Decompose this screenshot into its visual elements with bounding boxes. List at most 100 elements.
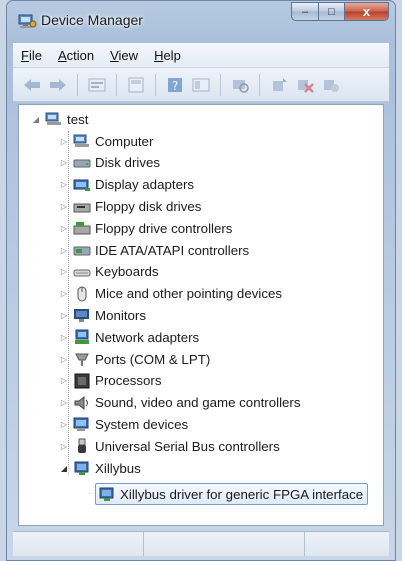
tree-item-label: Universal Serial Bus controllers [95, 438, 280, 454]
properties-icon[interactable] [86, 74, 108, 96]
tree-item-system-devices[interactable]: ▷ System devices [59, 414, 188, 434]
xillybus-icon [73, 460, 91, 476]
floppy-disk-icon [73, 198, 91, 214]
tree-root-test[interactable]: ◢ test [31, 109, 89, 129]
uninstall-icon[interactable] [294, 74, 316, 96]
view-icon[interactable] [190, 74, 212, 96]
computer-icon [73, 133, 91, 149]
port-icon [73, 351, 91, 367]
forward-arrow-icon[interactable] [47, 74, 69, 96]
expand-arrow-icon[interactable]: ▷ [59, 137, 69, 146]
expand-arrow-icon[interactable]: ▷ [59, 398, 69, 407]
menu-action[interactable]: Action [50, 48, 102, 63]
expand-arrow-icon[interactable]: ▷ [59, 376, 69, 385]
menu-view[interactable]: View [102, 48, 146, 63]
ide-controller-icon [73, 242, 91, 258]
tree-item-sound-video-and-game-controllers[interactable]: ▷ Sound, video and game controllers [59, 393, 301, 413]
tree-item-monitors[interactable]: ▷ Monitors [59, 305, 146, 325]
toolbar-separator [77, 73, 78, 96]
tree-item-label: Floppy disk drives [95, 198, 202, 214]
tree-item-label: System devices [95, 416, 189, 432]
status-pane [13, 532, 144, 556]
tree-item-label: Floppy drive controllers [95, 220, 233, 236]
sound-icon [73, 395, 91, 411]
tree-item-label: Xillybus [95, 460, 141, 476]
tree-item-label: Sound, video and game controllers [95, 395, 301, 411]
tree-item-label: Display adapters [95, 177, 195, 193]
fpga-device-icon [98, 486, 116, 502]
tree-item-label: Processors [95, 373, 162, 389]
tree-item-label: Disk drives [95, 155, 161, 171]
tree-item-label: Computer [95, 133, 154, 149]
expand-arrow-icon[interactable]: ▷ [59, 267, 69, 276]
expand-arrow-icon[interactable]: ▷ [59, 355, 69, 364]
toolbar-separator [155, 73, 156, 96]
minimize-button[interactable]: – [291, 2, 318, 21]
disable-icon[interactable] [320, 74, 342, 96]
status-pane [305, 532, 389, 556]
computer-icon [45, 111, 63, 127]
tree-item-floppy-drive-controllers[interactable]: ▷ Floppy drive controllers [59, 218, 233, 238]
collapse-arrow-icon[interactable]: ◢ [59, 464, 69, 473]
svg-text:?: ? [172, 79, 178, 93]
device-manager-icon [17, 13, 37, 29]
tree-item-floppy-disk-drives[interactable]: ▷ Floppy disk drives [59, 196, 202, 216]
tree-item-display-adapters[interactable]: ▷ Display adapters [59, 175, 194, 195]
tree-item-disk-drives[interactable]: ▷ Disk drives [59, 153, 160, 173]
floppy-controller-icon [73, 220, 91, 236]
expand-arrow-icon[interactable]: ▷ [59, 158, 69, 167]
toolbar-separator [259, 73, 260, 96]
monitor-icon [73, 307, 91, 323]
maximize-button[interactable]: □ [318, 2, 345, 21]
expand-arrow-icon[interactable]: ◢ [31, 115, 41, 124]
tree-item-label: Monitors [95, 307, 146, 323]
expand-arrow-icon[interactable]: ▷ [59, 224, 69, 233]
tree-item-computer[interactable]: ▷ Computer [59, 131, 153, 151]
window-title: Device Manager [41, 12, 143, 28]
toolbar: ? [13, 68, 389, 102]
tree-item-universal-serial-bus-controllers[interactable]: ▷ Universal Serial Bus controllers [59, 436, 280, 456]
network-adapter-icon [73, 329, 91, 345]
menu-bar: File Action View Help [13, 43, 389, 68]
tree-item-processors[interactable]: ▷ Processors [59, 371, 162, 391]
expand-arrow-icon[interactable]: ▷ [59, 311, 69, 320]
tree-item-label: Keyboards [95, 264, 159, 280]
usb-icon [73, 438, 91, 454]
tree-item-xillybus-driver[interactable]: Xillybus driver for generic FPGA interfa… [95, 483, 369, 505]
menu-file[interactable]: File [13, 48, 50, 63]
tree-item-keyboards[interactable]: ▷ Keyboards [59, 262, 159, 282]
caption-buttons: – □ x [291, 2, 389, 22]
tree-root-label: test [67, 111, 89, 127]
expand-arrow-icon[interactable]: ▷ [59, 420, 69, 429]
status-bar [13, 531, 389, 556]
title-bar[interactable]: Device Manager – □ x [7, 1, 395, 41]
device-manager-window: Device Manager – □ x File Action View He… [6, 0, 396, 561]
expand-arrow-icon[interactable]: ▷ [59, 289, 69, 298]
device-tree[interactable]: ◢ test ▷ Computer ▷ Disk drives ▷ Display ada… [18, 104, 384, 526]
menu-help[interactable]: Help [146, 48, 189, 63]
tree-item-mice-and-other-pointing-devices[interactable]: ▷ Mice and other pointing devices [59, 284, 282, 304]
tree-item-label: Ports (COM & LPT) [95, 351, 211, 367]
mouse-icon [73, 286, 91, 302]
scan-hardware-icon[interactable] [229, 74, 251, 96]
display-adapter-icon [73, 177, 91, 193]
expand-arrow-icon[interactable]: ▷ [59, 202, 69, 211]
help-icon[interactable]: ? [164, 74, 186, 96]
toolbar-separator [220, 73, 221, 96]
close-button[interactable]: x [345, 2, 389, 21]
update-driver-icon[interactable] [268, 74, 290, 96]
tree-item-network-adapters[interactable]: ▷ Network adapters [59, 327, 199, 347]
back-arrow-icon[interactable] [21, 74, 43, 96]
show-hide-icon[interactable] [125, 74, 147, 96]
expand-arrow-icon[interactable]: ▷ [59, 246, 69, 255]
tree-item-ports-com-lpt[interactable]: ▷ Ports (COM & LPT) [59, 349, 210, 369]
tree-item-xillybus[interactable]: ◢ Xillybus [59, 458, 141, 478]
system-device-icon [73, 416, 91, 432]
expand-arrow-icon[interactable]: ▷ [59, 442, 69, 451]
status-pane [144, 532, 305, 556]
expand-arrow-icon[interactable]: ▷ [59, 180, 69, 189]
keyboard-icon [73, 264, 91, 280]
expand-arrow-icon[interactable]: ▷ [59, 333, 69, 342]
tree-item-label: Xillybus driver for generic FPGA interfa… [120, 486, 364, 502]
tree-item-ide-ata-atapi-controllers[interactable]: ▷ IDE ATA/ATAPI controllers [59, 240, 249, 260]
